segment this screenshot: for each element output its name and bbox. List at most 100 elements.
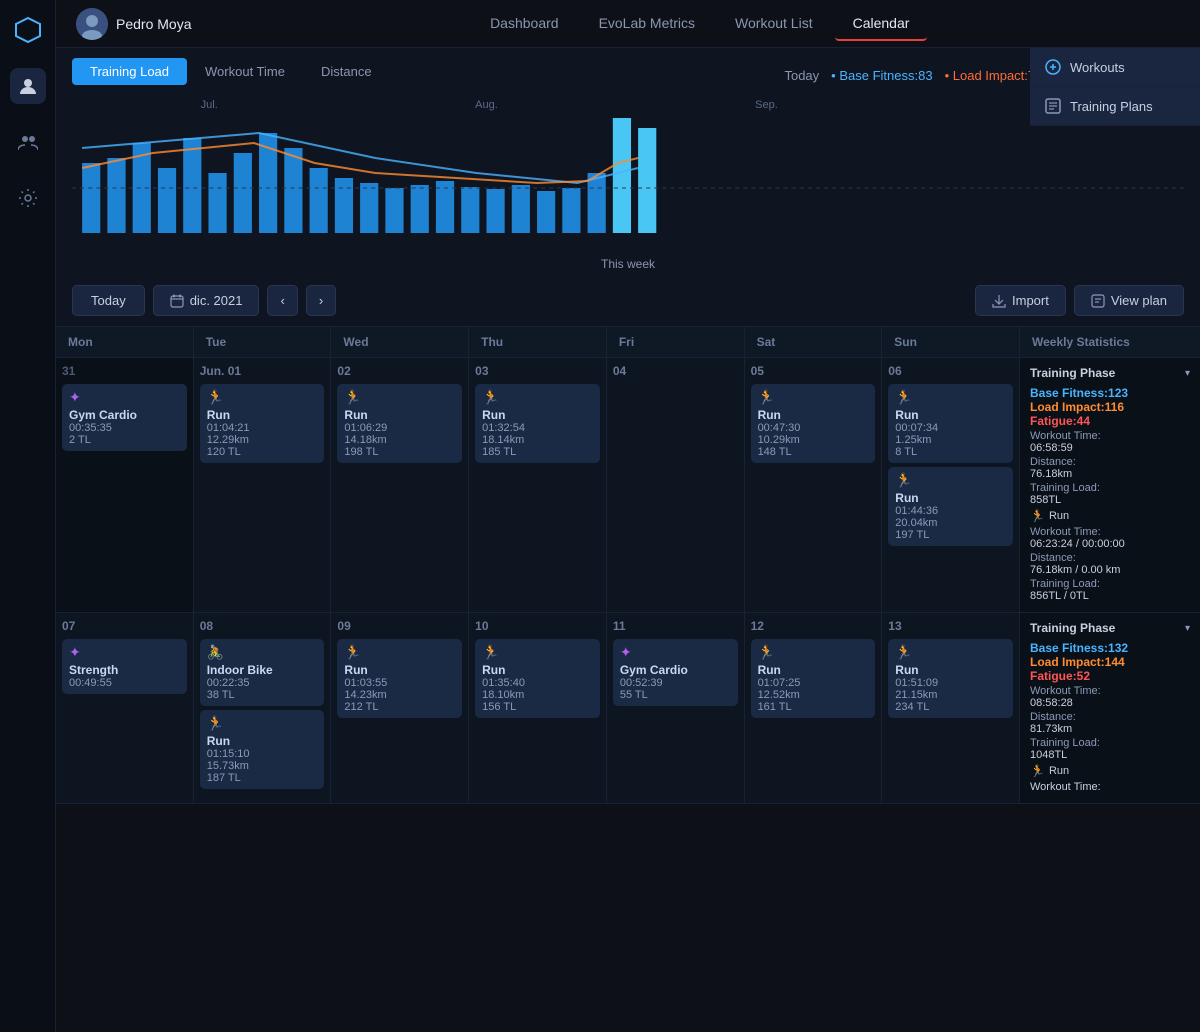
workout-tl: 38 TL	[207, 689, 318, 701]
day-num: 06	[888, 364, 1013, 378]
tab-distance[interactable]: Distance	[303, 58, 390, 85]
chart-tabs: Training Load Workout Time Distance	[72, 58, 390, 85]
nav-workout-list[interactable]: Workout List	[717, 7, 831, 41]
run-icon: 🏃	[758, 644, 869, 661]
today-label: Today	[784, 68, 819, 83]
list-item[interactable]: 🏃 Run 01:44:36 20.04km 197 TL	[888, 467, 1013, 546]
list-item[interactable]: 🏃 Run 01:03:55 14.23km 212 TL	[337, 639, 462, 718]
content-area: Training Load Workout Time Distance Toda…	[56, 48, 1200, 1032]
weekly-stats-week1: Training Phase ▾ Base Fitness:123 Load I…	[1020, 358, 1200, 613]
day-num: 08	[200, 619, 325, 633]
day-num: 12	[751, 619, 876, 633]
workout-dist: 20.04km	[895, 517, 1006, 529]
workout-time: 01:44:36	[895, 505, 1006, 517]
run-time-row: Workout Time:	[1030, 781, 1190, 793]
list-item[interactable]: ✦ Gym Cardio 00:52:39 55 TL	[613, 639, 738, 706]
sidebar-user-icon[interactable]	[10, 68, 46, 104]
list-item[interactable]: 🏃 Run 01:04:21 12.29km 120 TL	[200, 384, 325, 463]
workout-tl: 2 TL	[69, 434, 180, 446]
list-item[interactable]: 🏃 Run 00:47:30 10.29km 148 TL	[751, 384, 876, 463]
list-item[interactable]: 🚴 Indoor Bike 00:22:35 38 TL	[200, 639, 325, 706]
chart-months: Jul. Aug. Sep. Oct.	[72, 97, 1184, 113]
run-stat-row: 🏃 Run	[1030, 509, 1190, 523]
base-fitness-value: 83	[918, 68, 932, 83]
view-plan-icon	[1091, 294, 1105, 308]
list-item[interactable]: 🏃 Run 00:07:34 1.25km 8 TL	[888, 384, 1013, 463]
workout-tl: 55 TL	[620, 689, 731, 701]
workout-name: Run	[895, 663, 1006, 677]
run-icon-stat-2: 🏃	[1030, 764, 1045, 778]
list-item[interactable]: 🏃 Run 01:35:40 18.10km 156 TL	[475, 639, 600, 718]
run-icon: 🏃	[482, 389, 593, 406]
list-item[interactable]: 🏃 Run 01:15:10 15.73km 187 TL	[200, 710, 325, 789]
day-cell-03: 03 🏃 Run 01:32:54 18.14km 185 TL	[469, 358, 607, 613]
workout-dist: 18.10km	[482, 689, 593, 701]
workouts-panel-btn[interactable]: Workouts	[1030, 48, 1200, 87]
nav-calendar[interactable]: Calendar	[835, 7, 928, 41]
sidebar-settings-icon[interactable]	[10, 180, 46, 216]
base-fitness-stat: Base Fitness:123	[1030, 386, 1190, 400]
training-plans-panel-btn[interactable]: Training Plans	[1030, 87, 1200, 126]
workout-time: 01:06:29	[344, 422, 455, 434]
today-button[interactable]: Today	[72, 285, 145, 316]
workout-tl: 185 TL	[482, 446, 593, 458]
workout-time-val: 06:58:59	[1030, 442, 1073, 454]
list-item[interactable]: ✦ Gym Cardio 00:35:35 2 TL	[62, 384, 187, 451]
distance-row: Distance: 76.18km	[1030, 456, 1190, 480]
day-num: 05	[751, 364, 876, 378]
day-cell-13: 13 🏃 Run 01:51:09 21.15km 234 TL	[882, 613, 1020, 804]
next-button[interactable]: ›	[306, 285, 336, 316]
day-cell-02: 02 🏃 Run 01:06:29 14.18km 198 TL	[331, 358, 469, 613]
prev-button[interactable]: ‹	[267, 285, 297, 316]
import-button[interactable]: Import	[975, 285, 1066, 316]
nav-evolab[interactable]: EvoLab Metrics	[581, 7, 713, 41]
view-plan-button[interactable]: View plan	[1074, 285, 1184, 316]
tab-training-load[interactable]: Training Load	[72, 58, 187, 85]
run-icon: 🏃	[895, 389, 1006, 406]
day-cell-05: 05 🏃 Run 00:47:30 10.29km 148 TL	[745, 358, 883, 613]
workout-tl: 161 TL	[758, 701, 869, 713]
workout-time: 01:32:54	[482, 422, 593, 434]
workout-tl: 198 TL	[344, 446, 455, 458]
this-week-label: This week	[72, 253, 1184, 275]
workout-time: 00:22:35	[207, 677, 318, 689]
list-item[interactable]: ✦ Strength 00:49:55	[62, 639, 187, 694]
workout-time: 01:07:25	[758, 677, 869, 689]
weekly-stats-week2: Training Phase ▾ Base Fitness:132 Load I…	[1020, 613, 1200, 804]
tab-workout-time[interactable]: Workout Time	[187, 58, 303, 85]
day-header-tue: Tue	[194, 327, 332, 357]
avatar	[76, 8, 108, 40]
day-headers: Mon Tue Wed Thu Fri Sat Sun Weekly Stati…	[56, 327, 1200, 358]
calendar-area[interactable]: Training Load Workout Time Distance Toda…	[56, 48, 1200, 1032]
run-icon: 🏃	[758, 389, 869, 406]
workout-time: 01:03:55	[344, 677, 455, 689]
workout-time: 00:35:35	[69, 422, 180, 434]
list-item[interactable]: 🏃 Run 01:51:09 21.15km 234 TL	[888, 639, 1013, 718]
workout-time: 01:35:40	[482, 677, 593, 689]
date-display[interactable]: dic. 2021	[153, 285, 260, 316]
workout-tl: 234 TL	[895, 701, 1006, 713]
workout-dist: 12.52km	[758, 689, 869, 701]
day-cell-11: 11 ✦ Gym Cardio 00:52:39 55 TL	[607, 613, 745, 804]
day-cell-12: 12 🏃 Run 01:07:25 12.52km 161 TL	[745, 613, 883, 804]
gym-icon: ✦	[69, 389, 180, 406]
day-cell-07: 07 ✦ Strength 00:49:55	[56, 613, 194, 804]
run-workout-time-row: Workout Time: 06:23:24 / 00:00:00	[1030, 526, 1190, 550]
nav-dashboard[interactable]: Dashboard	[472, 7, 577, 41]
run-distance-row: Distance: 76.18km / 0.00 km	[1030, 552, 1190, 576]
phase-title-2: Training Phase	[1030, 621, 1115, 635]
list-item[interactable]: 🏃 Run 01:32:54 18.14km 185 TL	[475, 384, 600, 463]
distance-val-2: 81.73km	[1030, 723, 1072, 735]
sidebar-team-icon[interactable]	[10, 124, 46, 160]
gym-icon: ✦	[620, 644, 731, 661]
day-cell-10: 10 🏃 Run 01:35:40 18.10km 156 TL	[469, 613, 607, 804]
list-item[interactable]: 🏃 Run 01:07:25 12.52km 161 TL	[751, 639, 876, 718]
week-1: 31 ✦ Gym Cardio 00:35:35 2 TL Jun. 01 🏃	[56, 358, 1200, 613]
workout-name: Run	[758, 663, 869, 677]
day-num: Jun. 01	[200, 364, 325, 378]
load-impact-stat: Load Impact:116	[1030, 400, 1190, 414]
list-item[interactable]: 🏃 Run 01:06:29 14.18km 198 TL	[337, 384, 462, 463]
load-impact-stat-2: Load Impact:144	[1030, 655, 1190, 669]
day-header-thu: Thu	[469, 327, 607, 357]
day-num: 07	[62, 619, 187, 633]
